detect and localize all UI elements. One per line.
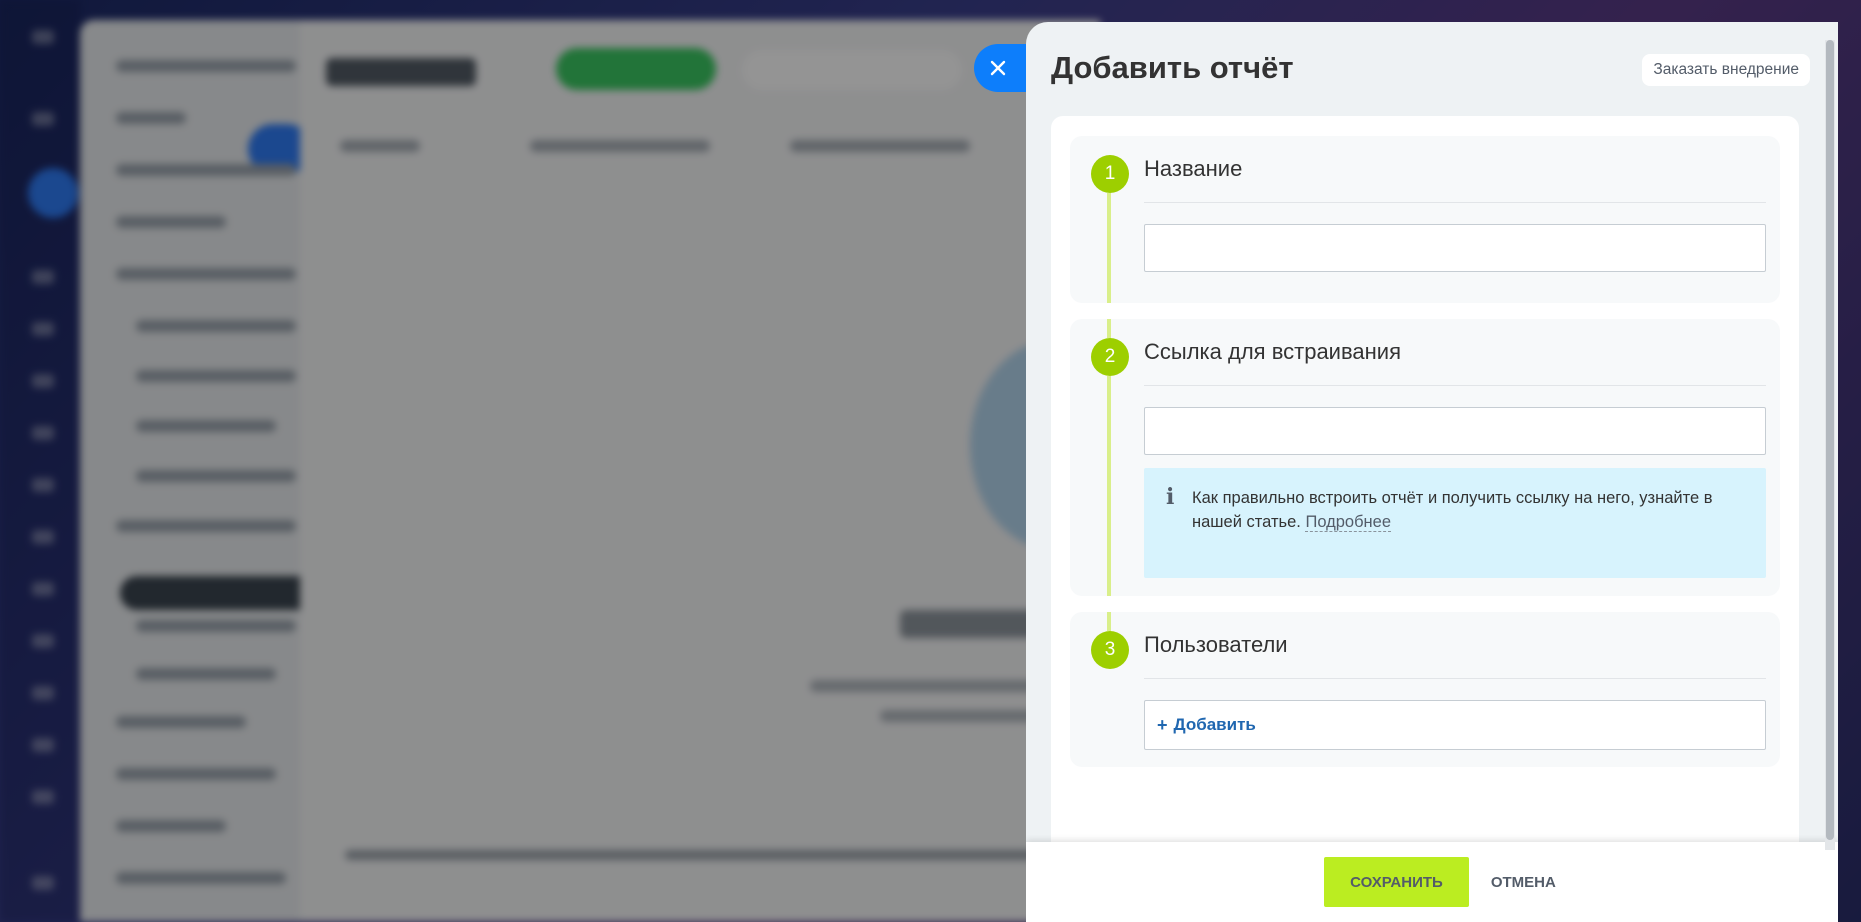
report-name-input[interactable] xyxy=(1144,224,1766,272)
info-text: Как правильно встроить отчёт и получить … xyxy=(1192,489,1713,531)
info-icon: i xyxy=(1166,484,1175,510)
section-title: Пользователи xyxy=(1144,632,1288,657)
save-button[interactable]: СОХРАНИТЬ xyxy=(1324,857,1469,907)
slider-header: Добавить отчёт Заказать внедрение xyxy=(1026,22,1838,118)
section-embed-link: 2 Ссылка для встраивания i Как правильно… xyxy=(1070,319,1780,596)
form-card: 1 Название 2 Ссылка для встраивания i Ка… xyxy=(1051,116,1799,876)
info-notice: i Как правильно встроить отчёт и получит… xyxy=(1144,468,1766,578)
section-divider xyxy=(1144,678,1766,679)
step-timeline-top xyxy=(1107,612,1111,631)
step-timeline xyxy=(1107,193,1111,303)
section-title: Название xyxy=(1144,156,1243,181)
embed-link-input[interactable] xyxy=(1144,407,1766,455)
cancel-button[interactable]: ОТМЕНА xyxy=(1487,864,1560,901)
section-divider xyxy=(1144,385,1766,386)
section-users: 3 Пользователи + Добавить xyxy=(1070,612,1780,767)
step-number: 2 xyxy=(1091,338,1129,376)
step-timeline-top xyxy=(1107,319,1111,338)
slider-footer: СОХРАНИТЬ ОТМЕНА xyxy=(1026,842,1838,922)
slider-title: Добавить отчёт xyxy=(1051,50,1294,85)
section-divider xyxy=(1144,202,1766,203)
section-name: 1 Название xyxy=(1070,136,1780,303)
scrollbar-thumb[interactable] xyxy=(1826,40,1834,840)
step-number: 1 xyxy=(1091,155,1129,193)
step-number: 3 xyxy=(1091,631,1129,669)
info-more-link[interactable]: Подробнее xyxy=(1305,513,1392,532)
order-implementation-button[interactable]: Заказать внедрение xyxy=(1642,54,1810,86)
add-user-button[interactable]: + Добавить xyxy=(1144,700,1766,750)
add-report-slider: Добавить отчёт Заказать внедрение 1 Назв… xyxy=(1026,22,1838,922)
close-icon xyxy=(990,60,1006,76)
slider-scrollbar[interactable] xyxy=(1825,40,1835,850)
add-user-label: Добавить xyxy=(1173,715,1256,734)
plus-icon: + xyxy=(1157,714,1168,735)
section-title: Ссылка для встраивания xyxy=(1144,339,1401,364)
step-timeline xyxy=(1107,376,1111,596)
